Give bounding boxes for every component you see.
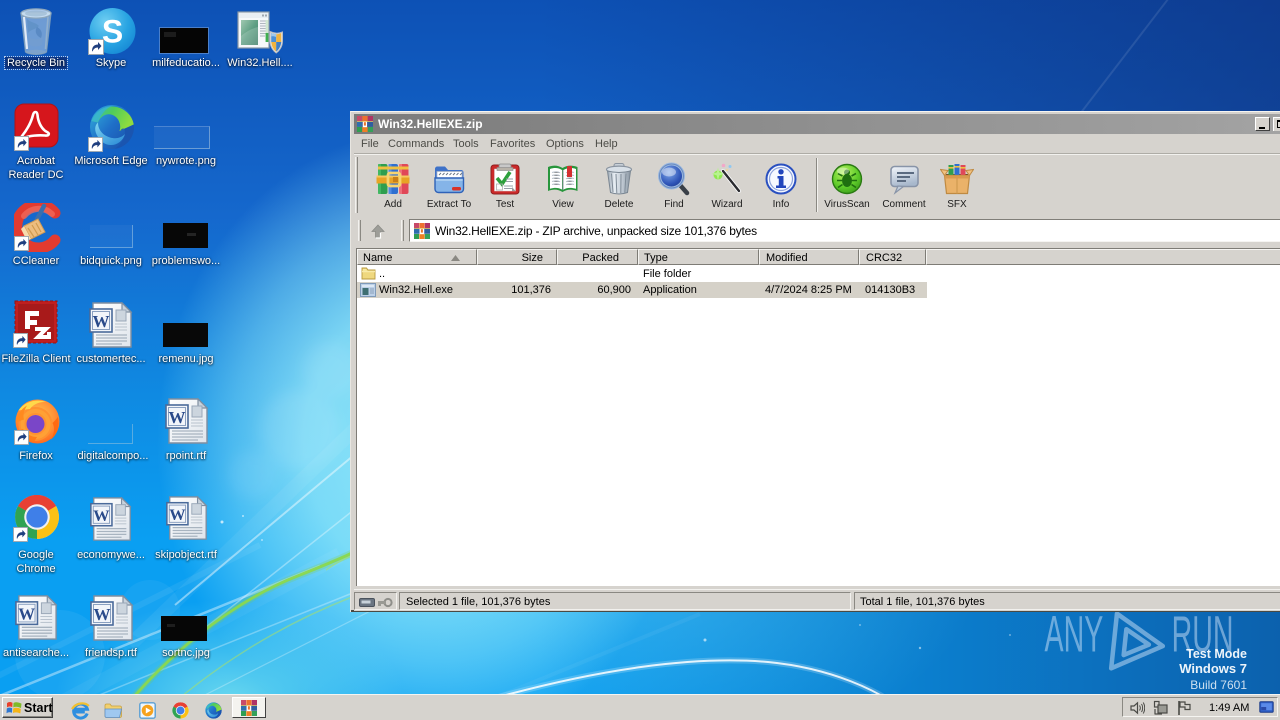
svg-text:Windows 7: Windows 7 xyxy=(1179,661,1247,676)
svg-text:S: S xyxy=(102,14,123,50)
svg-text:Build 7601: Build 7601 xyxy=(1190,678,1247,692)
svg-text:Test Mode: Test Mode xyxy=(1186,647,1247,661)
svg-text:ANY: ANY xyxy=(1045,606,1104,663)
